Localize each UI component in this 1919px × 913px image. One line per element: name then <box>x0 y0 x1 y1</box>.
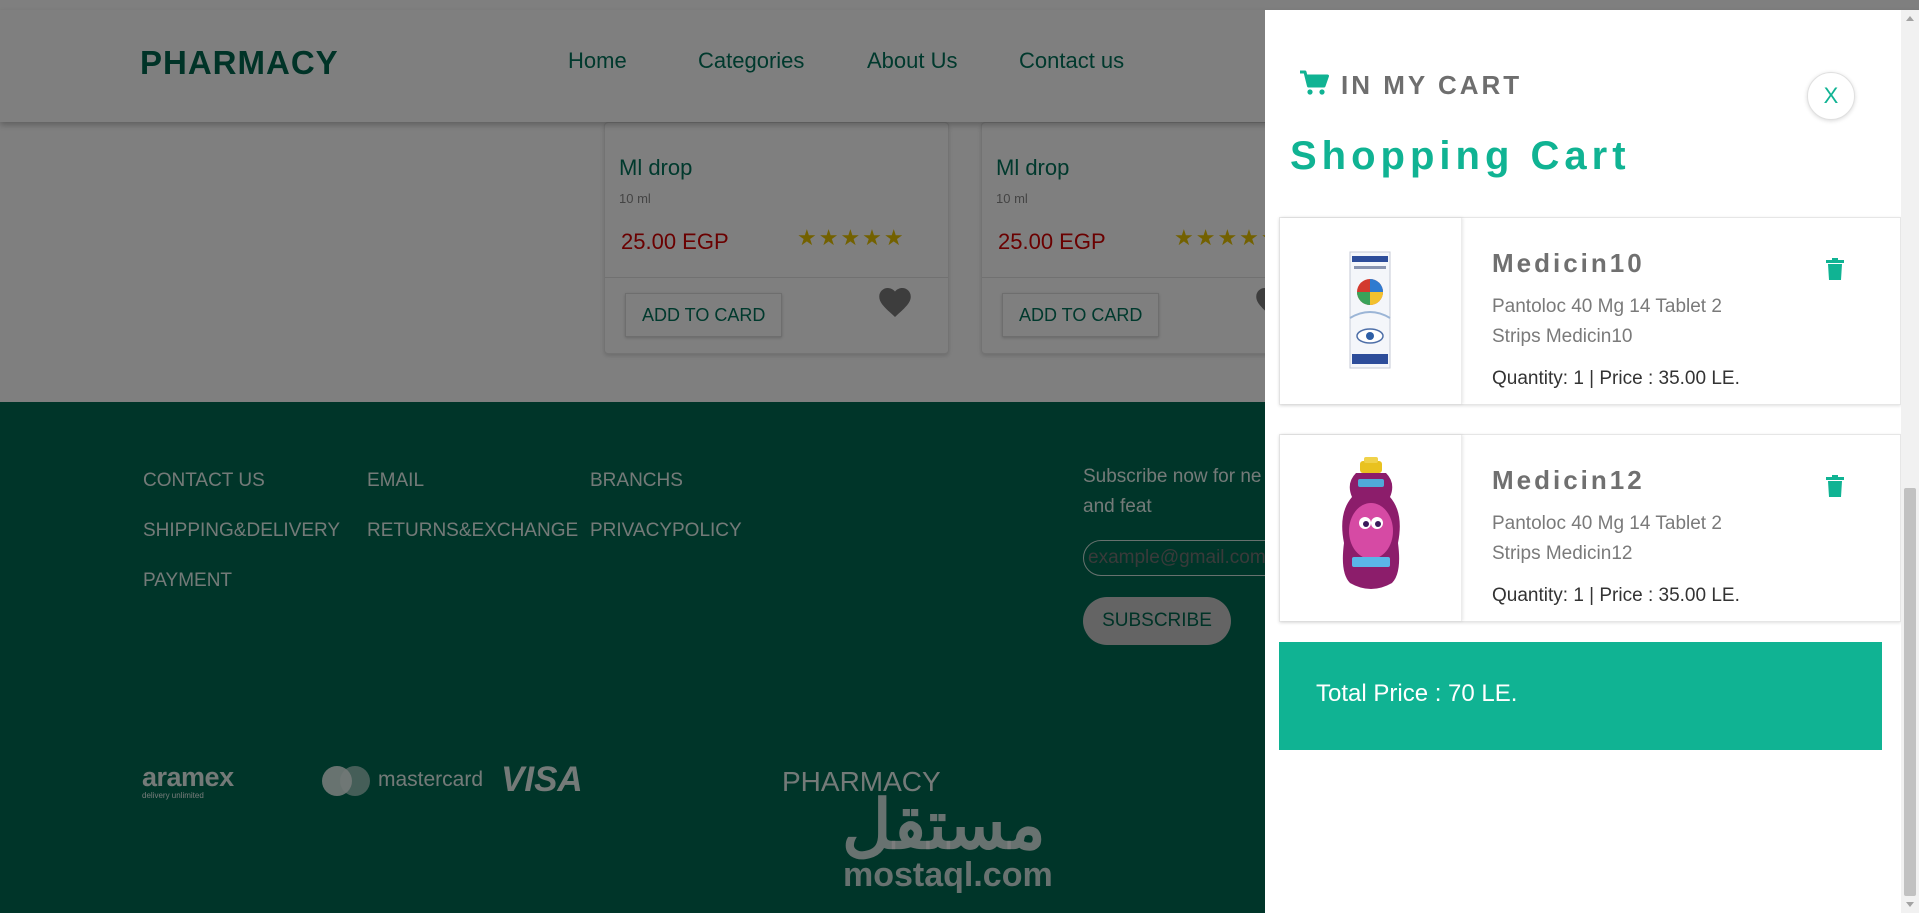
scroll-down-arrow-icon[interactable] <box>1905 899 1915 909</box>
cart-item-name: Medicin12 <box>1492 465 1645 495</box>
trash-icon[interactable] <box>1826 475 1844 497</box>
trash-icon[interactable] <box>1826 258 1844 280</box>
eye-drops-box-icon <box>1349 251 1391 369</box>
cart-item: Medicin12 Pantoloc 40 Mg 14 Tablet 2 Str… <box>1279 434 1901 622</box>
scrollbar[interactable] <box>1901 10 1919 913</box>
shopping-cart-icon <box>1300 70 1329 95</box>
close-cart-button[interactable]: X <box>1807 72 1855 120</box>
scrollbar-thumb[interactable] <box>1904 488 1916 896</box>
scroll-up-arrow-icon[interactable] <box>1905 14 1915 24</box>
cart-item-quantity-price: Quantity: 1 | Price : 35.00 LE. <box>1492 368 1740 389</box>
cart-item: Medicin10 Pantoloc 40 Mg 14 Tablet 2 Str… <box>1279 217 1901 405</box>
shampoo-bottle-icon <box>1342 457 1400 589</box>
cart-item-name: Medicin10 <box>1492 248 1645 278</box>
cart-total-box: Total Price : 70 LE. <box>1279 642 1882 750</box>
cart-drawer: IN MY CART X Shopping Cart Medicin10 Pan… <box>1265 10 1901 913</box>
cart-item-description: Pantoloc 40 Mg 14 Tablet 2 Strips Medici… <box>1492 296 1722 347</box>
cart-item-quantity-price: Quantity: 1 | Price : 35.00 LE. <box>1492 585 1740 606</box>
product-thumbnail <box>1280 435 1462 621</box>
product-thumbnail <box>1280 218 1462 404</box>
cart-total-price: Total Price : 70 LE. <box>1316 680 1518 707</box>
cart-title: Shopping Cart <box>1290 134 1631 178</box>
cart-item-description: Pantoloc 40 Mg 14 Tablet 2 Strips Medici… <box>1492 513 1722 564</box>
cart-header-label: IN MY CART <box>1341 70 1523 100</box>
